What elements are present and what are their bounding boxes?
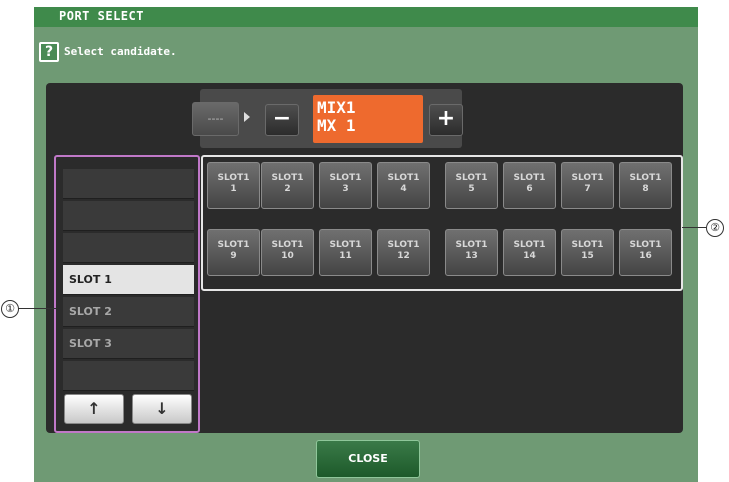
port-button-label: SLOT1 (571, 240, 604, 250)
hint-text: Select candidate. (64, 45, 177, 58)
port-button-number: 12 (397, 251, 410, 261)
port-button-slot1-12[interactable]: SLOT1 12 (377, 229, 430, 276)
help-icon[interactable]: ? (39, 42, 59, 62)
port-grid: SLOT1 1 SLOT1 2 SLOT1 3 SLOT1 4 SLOT1 5 SLOT1 6 SLOT… (201, 155, 683, 291)
port-button-slot1-3[interactable]: SLOT1 3 (319, 162, 372, 209)
channel-short-name: MX 1 (317, 116, 356, 135)
slot-list-item-empty[interactable] (63, 201, 194, 231)
port-button-number: 6 (526, 184, 533, 194)
slot-list: SLOT 1 SLOT 2 SLOT 3 ↑ ↓ (54, 155, 200, 433)
port-button-label: SLOT1 (271, 173, 304, 183)
port-button-number: 1 (230, 184, 237, 194)
port-button-number: 15 (581, 251, 594, 261)
port-button-label: SLOT1 (571, 173, 604, 183)
port-button-label: SLOT1 (629, 240, 662, 250)
port-button-label: SLOT1 (513, 240, 546, 250)
next-channel-button[interactable]: + (429, 104, 463, 136)
port-button-number: 13 (465, 251, 478, 261)
port-button-slot1-1[interactable]: SLOT1 1 (207, 162, 260, 209)
previous-channel-button[interactable]: − (265, 104, 299, 136)
slot-list-item-empty[interactable] (63, 233, 194, 263)
port-button-number: 7 (584, 184, 591, 194)
port-button-slot1-11[interactable]: SLOT1 11 (319, 229, 372, 276)
close-button[interactable]: CLOSE (316, 440, 420, 478)
port-button-slot1-6[interactable]: SLOT1 6 (503, 162, 556, 209)
port-button-number: 16 (639, 251, 652, 261)
arrow-right-icon (244, 112, 250, 122)
port-button-label: SLOT1 (387, 173, 420, 183)
slot-list-item-slot-2[interactable]: SLOT 2 (63, 297, 194, 327)
callout-2: ② (706, 219, 724, 237)
slot-list-item-slot-1[interactable]: SLOT 1 (63, 265, 194, 295)
port-button-number: 11 (339, 251, 352, 261)
port-button-label: SLOT1 (455, 240, 488, 250)
scroll-down-button[interactable]: ↓ (132, 394, 192, 424)
port-button-slot1-9[interactable]: SLOT1 9 (207, 229, 260, 276)
port-button-slot1-7[interactable]: SLOT1 7 (561, 162, 614, 209)
port-button-number: 10 (281, 251, 294, 261)
port-button-label: SLOT1 (329, 240, 362, 250)
port-button-label: SLOT1 (329, 173, 362, 183)
port-button-number: 9 (230, 251, 237, 261)
channel-name: MIX1 (317, 98, 356, 117)
port-button-label: SLOT1 (513, 173, 546, 183)
callout-2-leader (682, 227, 706, 228)
port-button-label: SLOT1 (271, 240, 304, 250)
port-button-label: SLOT1 (217, 240, 250, 250)
port-button-number: 14 (523, 251, 536, 261)
port-button-slot1-5[interactable]: SLOT1 5 (445, 162, 498, 209)
port-button-slot1-13[interactable]: SLOT1 13 (445, 229, 498, 276)
port-button-slot1-10[interactable]: SLOT1 10 (261, 229, 314, 276)
port-button-slot1-2[interactable]: SLOT1 2 (261, 162, 314, 209)
slot-list-item-empty[interactable] (63, 361, 194, 391)
channel-select-button[interactable]: ---- (192, 102, 239, 136)
port-button-slot1-15[interactable]: SLOT1 15 (561, 229, 614, 276)
port-button-slot1-4[interactable]: SLOT1 4 (377, 162, 430, 209)
port-button-label: SLOT1 (455, 173, 488, 183)
scroll-up-button[interactable]: ↑ (64, 394, 124, 424)
slot-list-item-empty[interactable] (63, 169, 194, 199)
port-button-slot1-14[interactable]: SLOT1 14 (503, 229, 556, 276)
title-bar: PORT SELECT (34, 7, 698, 27)
port-button-slot1-16[interactable]: SLOT1 16 (619, 229, 672, 276)
port-button-number: 5 (468, 184, 475, 194)
slot-list-item-slot-3[interactable]: SLOT 3 (63, 329, 194, 359)
callout-1-leader (18, 308, 56, 309)
port-button-label: SLOT1 (629, 173, 662, 183)
port-button-number: 4 (400, 184, 407, 194)
port-button-number: 3 (342, 184, 349, 194)
port-button-label: SLOT1 (217, 173, 250, 183)
dialog-title: PORT SELECT (59, 9, 144, 23)
callout-1: ① (1, 300, 19, 318)
port-button-label: SLOT1 (387, 240, 420, 250)
port-button-number: 8 (642, 184, 649, 194)
port-button-number: 2 (284, 184, 291, 194)
port-button-slot1-8[interactable]: SLOT1 8 (619, 162, 672, 209)
channel-display: MIX1 MX 1 (313, 95, 423, 143)
port-select-dialog: PORT SELECT ? Select candidate. ---- − M… (34, 7, 698, 482)
